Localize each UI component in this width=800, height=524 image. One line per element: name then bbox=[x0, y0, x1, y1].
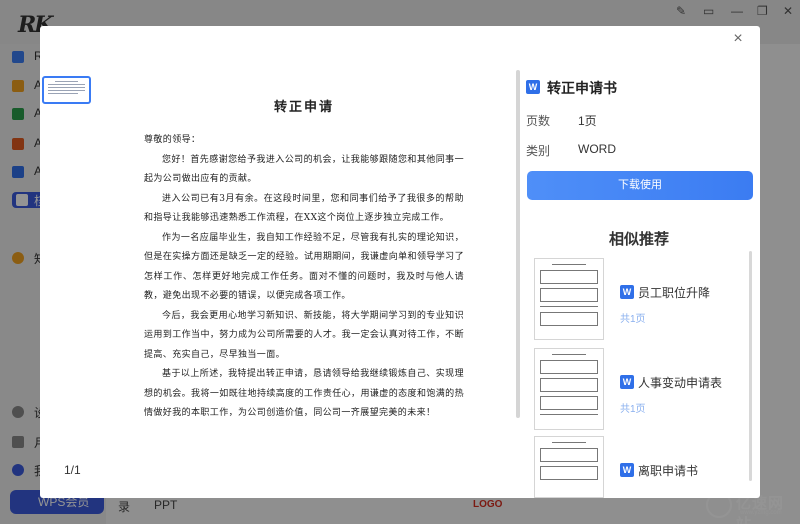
document-paragraph: 您好！首先感谢您给予我进入公司的机会，让我能够跟随您和其他同事一起为公司做出应有… bbox=[144, 154, 464, 185]
document-paragraph: 基于以上所述，我特提出转正申请，恳请领导给我继续锻炼自己、实现理想的机会。我将一… bbox=[144, 369, 464, 418]
document-paragraph: 今后，我会更用心地学习新知识、新技能，将大学期间学习到的专业知识运用到工作当中，… bbox=[144, 310, 464, 360]
template-title-row: W 转正申请书 bbox=[526, 78, 756, 98]
recommend-pages: 共1页 bbox=[620, 404, 646, 415]
recommend-thumbnail bbox=[534, 436, 604, 498]
page-thumbnail[interactable] bbox=[42, 76, 91, 104]
recommend-thumbnail bbox=[534, 258, 604, 340]
pages-label: 页数 bbox=[526, 114, 551, 128]
document-paragraph: 作为一名应届毕业生，我自知工作经验不足，尽管我有扎实的理论知识，但是在实操方面还… bbox=[144, 232, 464, 302]
recommend-item[interactable]: W 离职申请书 bbox=[534, 436, 749, 498]
template-title: 转正申请书 bbox=[547, 80, 617, 96]
recommend-item[interactable]: W 员工职位升降 共1页 bbox=[534, 258, 749, 340]
similar-title: 相似推荐 bbox=[608, 231, 669, 248]
type-value: WORD bbox=[578, 142, 616, 156]
recommend-scrollbar[interactable] bbox=[749, 251, 752, 481]
recommend-name: 离职申请书 bbox=[638, 464, 699, 478]
download-button[interactable]: 下载使用 bbox=[527, 171, 753, 200]
document-preview: 转正申请 尊敬的领导： 您好！首先感谢您给予我进入公司的机会，让我能够跟随您和其… bbox=[144, 86, 464, 498]
pages-value: 1页 bbox=[578, 114, 597, 128]
word-file-icon: W bbox=[526, 80, 540, 94]
template-info-panel: W 转正申请书 页数 1页 类别 WORD 下载使用 相似推荐 W 员工职位升降… bbox=[526, 70, 760, 498]
word-file-icon: W bbox=[620, 463, 634, 477]
recommend-name: 员工职位升降 bbox=[638, 286, 711, 300]
template-preview-modal: × 1/1 转正申请 尊敬的领导： 您好！首先感谢您给予我进入公司的机会，让我能… bbox=[40, 26, 760, 498]
word-file-icon: W bbox=[620, 375, 634, 389]
type-label: 类别 bbox=[526, 144, 551, 158]
document-title: 转正申请 bbox=[273, 100, 334, 115]
close-button[interactable]: × bbox=[730, 31, 746, 47]
document-paragraph: 进入公司已有3月有余。在这段时间里，您和同事们给予了我很多的帮助和指导让我能够迅… bbox=[144, 193, 464, 224]
document-salutation: 尊敬的领导： bbox=[144, 135, 201, 145]
recommend-pages: 共1页 bbox=[620, 314, 646, 325]
page-indicator: 1/1 bbox=[64, 463, 81, 477]
recommend-thumbnail bbox=[534, 348, 604, 430]
recommend-item[interactable]: W 人事变动申请表 共1页 bbox=[534, 348, 749, 430]
preview-scrollbar[interactable] bbox=[516, 70, 520, 418]
recommend-name: 人事变动申请表 bbox=[638, 376, 723, 390]
word-file-icon: W bbox=[620, 285, 634, 299]
